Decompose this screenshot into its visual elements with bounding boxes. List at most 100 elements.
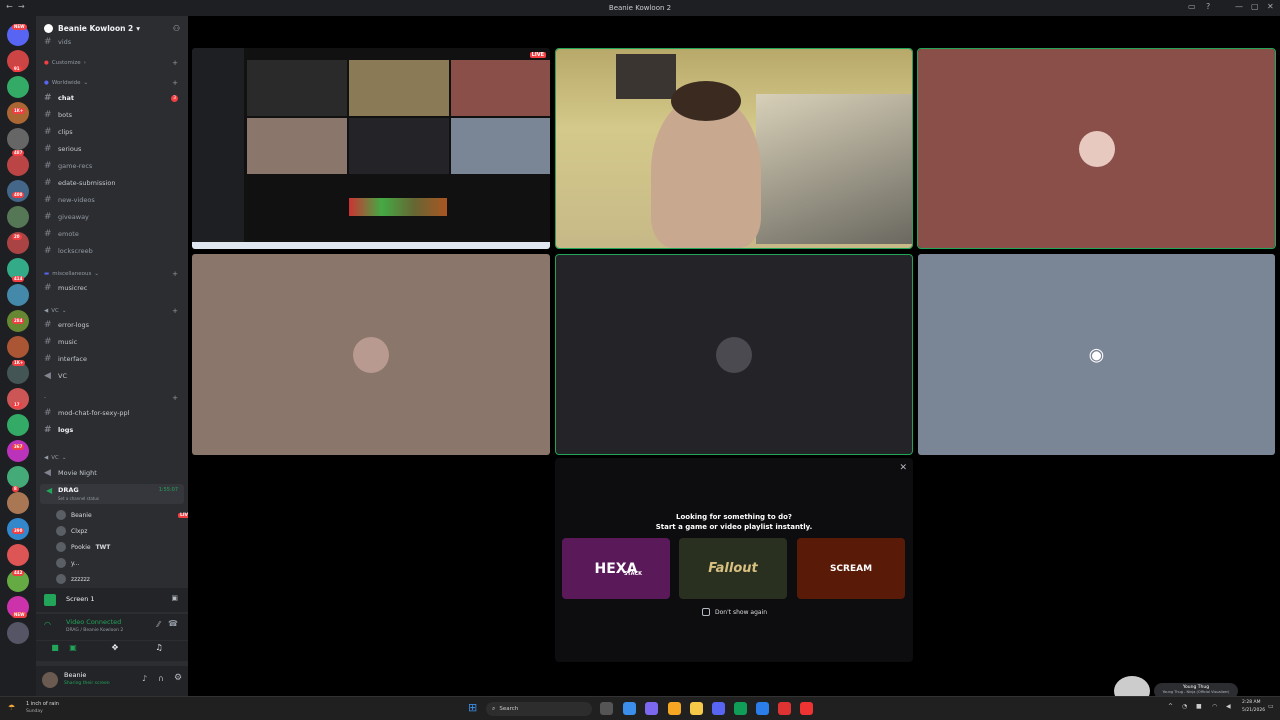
server-icon[interactable] [7, 284, 29, 306]
headphones-icon[interactable]: ∩ [158, 674, 164, 683]
category-worldwide[interactable]: ● Worldwide ⌄ [44, 80, 88, 86]
game-card-scream[interactable]: SCREAM [797, 538, 905, 599]
category-mod[interactable]: - [44, 395, 46, 401]
channel-chat[interactable]: # chat [44, 91, 74, 105]
participant-tile[interactable]: ◉ [918, 254, 1275, 455]
participant-tile[interactable] [555, 254, 913, 455]
channel-serious[interactable]: # serious [44, 142, 81, 156]
server-icon[interactable] [7, 128, 29, 150]
close-icon[interactable]: ✕ [899, 463, 907, 473]
add-channel-icon[interactable]: + [172, 270, 178, 278]
discord-icon[interactable] [712, 702, 725, 715]
signal-icon[interactable]: ◠ [44, 620, 51, 629]
channel-interface[interactable]: # interface [44, 352, 87, 366]
server-icon[interactable] [7, 544, 29, 566]
channel-musicrec[interactable]: # musicrec [44, 281, 87, 295]
voice-member[interactable]: Pookie TWT [56, 540, 110, 554]
webcam-tile[interactable] [555, 48, 913, 249]
server-icon[interactable] [7, 492, 29, 514]
server-icon[interactable] [7, 622, 29, 644]
disconnect-icon[interactable]: ☎ [168, 619, 178, 628]
game-card-fallout[interactable]: Fallout [679, 538, 787, 599]
channel-logs[interactable]: # logs [44, 423, 73, 437]
app-icon[interactable] [800, 702, 813, 715]
add-channel-icon[interactable]: + [172, 307, 178, 315]
voice-member[interactable]: Clxpz [56, 524, 87, 538]
channel-game-recs[interactable]: # game-recs [44, 159, 92, 173]
voice-member[interactable]: y... [56, 556, 79, 570]
tray-chevron-icon[interactable]: ^ [1168, 703, 1173, 710]
channel-lockscreeb[interactable]: # lockscreeb [44, 244, 93, 258]
channel-edate-submission[interactable]: # edate-submission [44, 176, 115, 190]
channel-error-logs[interactable]: # error-logs [44, 318, 89, 332]
category-customize[interactable]: ● Customize › [44, 60, 86, 66]
server-icon[interactable] [7, 154, 29, 176]
stream-tile[interactable]: LIVE [192, 48, 550, 249]
server-header[interactable]: Beanie Kowloon 2 ▾ ⚇ [36, 16, 188, 40]
soundboard-icon[interactable]: ♫ [150, 643, 168, 657]
search-input[interactable]: ⌕ Search [486, 702, 592, 716]
channel-mod-chat[interactable]: # mod-chat-for-sexy-ppl [44, 406, 129, 420]
close-window-button[interactable]: ✕ [1267, 2, 1274, 11]
voice-channel-movie-night[interactable]: ◀ Movie Night [44, 466, 97, 480]
inbox-icon[interactable]: ▭ [1188, 2, 1196, 11]
app-icon[interactable] [756, 702, 769, 715]
windows-start-icon[interactable]: ⊞ [468, 701, 477, 714]
app-icon[interactable] [778, 702, 791, 715]
activities-icon[interactable]: ✥ [106, 643, 124, 657]
maximize-button[interactable]: ▢ [1251, 2, 1259, 11]
voice-channel-vc[interactable]: ◀ VC [44, 369, 67, 383]
weather-icon[interactable]: ☂ [8, 703, 15, 712]
minimize-button[interactable]: — [1235, 2, 1243, 11]
dont-show-again[interactable]: Don't show again [702, 608, 767, 616]
server-icon[interactable] [7, 414, 29, 436]
game-card-hexa[interactable]: HEXA STACK [562, 538, 670, 599]
channel-status[interactable]: Set a channel status [58, 496, 99, 501]
noise-suppression-icon[interactable]: ⁄⁄ [157, 620, 160, 629]
clock-date[interactable]: 5/21/2026 [1242, 708, 1265, 713]
popout-icon[interactable]: ▣ [171, 594, 178, 602]
screen-share-panel[interactable]: Screen 1 ▣ [36, 588, 188, 612]
category-vc2[interactable]: ◀ VC ⌄ [44, 455, 66, 461]
channel-clips[interactable]: # clips [44, 125, 73, 139]
screen-share-icon[interactable]: ▣ [64, 643, 82, 657]
server-icon[interactable] [7, 76, 29, 98]
avatar[interactable] [42, 672, 58, 688]
settings-gear-icon[interactable]: ⚙ [174, 673, 182, 683]
server-icon[interactable] [7, 206, 29, 228]
camera-icon[interactable]: ■ [46, 643, 64, 657]
weather-text[interactable]: 1 inch of rain [26, 701, 59, 707]
channel-emote[interactable]: # emote [44, 227, 79, 241]
invite-icon[interactable]: ⚇ [173, 24, 180, 33]
participant-tile[interactable] [917, 48, 1276, 249]
add-channel-icon[interactable]: + [172, 79, 178, 87]
checkbox[interactable] [702, 608, 710, 616]
app-icon[interactable] [668, 702, 681, 715]
voice-member[interactable]: zzzzzz [56, 572, 90, 586]
app-icon[interactable] [623, 702, 636, 715]
channel-vids[interactable]: # vids [44, 37, 71, 47]
voice-member[interactable]: Beanie LIVE [56, 508, 188, 522]
app-icon[interactable] [645, 702, 658, 715]
tray-icon[interactable]: ◔ [1182, 703, 1187, 710]
voice-channel-drag[interactable]: ◀ DRAG 1:55:07 Set a channel status [40, 484, 184, 504]
add-channel-icon[interactable]: + [172, 394, 178, 402]
server-icon[interactable] [7, 466, 29, 488]
clock-time[interactable]: 2:28 AM [1242, 700, 1261, 705]
category-vc[interactable]: ◀ VC ⌄ [44, 308, 66, 314]
folder-icon[interactable] [690, 702, 703, 715]
wifi-icon[interactable]: ◠ [1212, 703, 1217, 710]
add-channel-icon[interactable]: + [172, 59, 178, 67]
task-view-icon[interactable] [600, 702, 613, 715]
participant-tile[interactable] [192, 254, 550, 455]
server-icon[interactable] [7, 336, 29, 358]
channel-music[interactable]: # music [44, 335, 77, 349]
edge-icon[interactable] [734, 702, 747, 715]
category-miscellaneous[interactable]: ▬ miscellaneous ⌄ [44, 271, 99, 277]
volume-icon[interactable]: ◀ [1226, 703, 1231, 710]
server-icon[interactable] [7, 180, 29, 202]
channel-bots[interactable]: # bots [44, 108, 72, 122]
microphone-icon[interactable]: ♪ [142, 674, 147, 683]
channel-giveaway[interactable]: # giveaway [44, 210, 89, 224]
tray-icon[interactable]: ■ [1196, 703, 1202, 710]
